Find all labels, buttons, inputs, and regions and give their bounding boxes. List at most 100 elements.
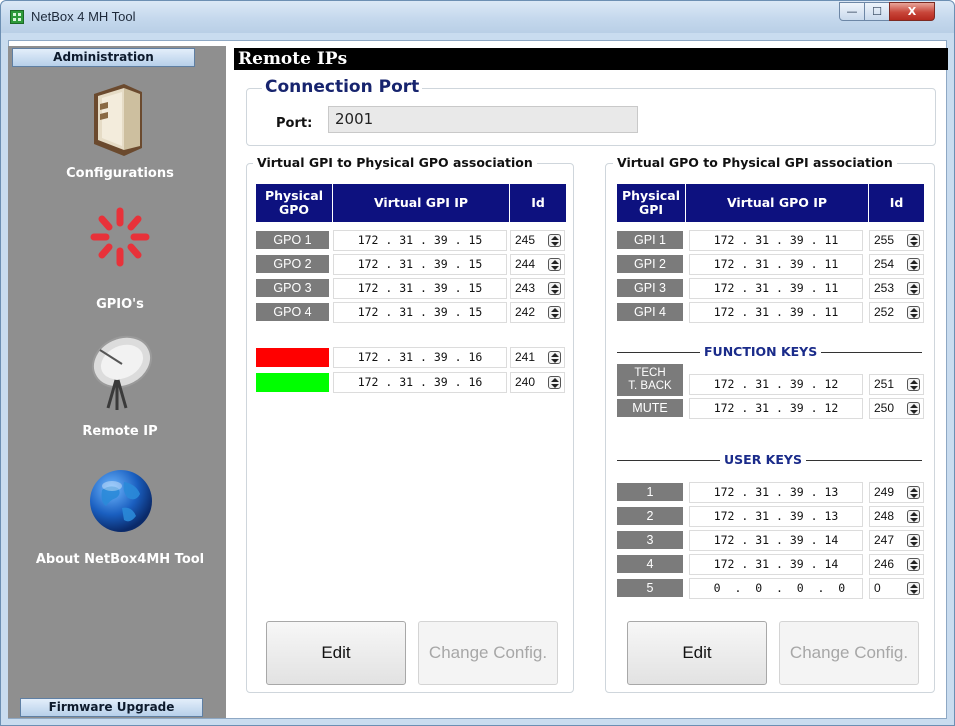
id-stepper[interactable]: 251 bbox=[869, 374, 924, 395]
id-stepper[interactable]: 250 bbox=[869, 398, 924, 419]
sidebar-item-label: Remote IP bbox=[82, 424, 158, 439]
spin-arrows-icon[interactable] bbox=[548, 234, 561, 247]
ip-field[interactable]: 172 . 31 . 39 . 16 bbox=[333, 347, 507, 368]
app-icon bbox=[10, 10, 24, 24]
id-value: 244 bbox=[515, 257, 536, 271]
spin-arrows-icon[interactable] bbox=[548, 351, 561, 364]
tag-line: T. BACK bbox=[628, 380, 672, 392]
green-color-swatch[interactable] bbox=[256, 373, 329, 392]
id-stepper[interactable]: 241 bbox=[510, 347, 565, 368]
id-stepper[interactable]: 244 bbox=[510, 254, 565, 275]
sidebar-item-label: Configurations bbox=[66, 166, 174, 181]
gpo-tag: GPO 1 bbox=[256, 231, 329, 249]
spin-arrows-icon[interactable] bbox=[548, 282, 561, 295]
tag-line: TECH bbox=[634, 367, 666, 379]
id-value: 0 bbox=[874, 581, 881, 595]
ip-field[interactable]: 172 . 31 . 39 . 12 bbox=[689, 374, 863, 395]
close-button[interactable]: X bbox=[889, 2, 935, 21]
id-stepper[interactable]: 243 bbox=[510, 278, 565, 299]
gpi-tag: GPI 3 bbox=[617, 279, 683, 297]
id-value: 240 bbox=[515, 375, 536, 389]
spin-arrows-icon[interactable] bbox=[548, 376, 561, 389]
sidebar-item-remote-ip[interactable]: Remote IP bbox=[20, 332, 220, 442]
ip-field[interactable]: 172 . 31 . 39 . 11 bbox=[689, 278, 863, 299]
sidebar-item-configurations[interactable]: Configurations bbox=[20, 78, 220, 186]
id-value: 253 bbox=[874, 281, 895, 295]
port-field[interactable]: 2001 bbox=[328, 106, 638, 133]
title-bar: NetBox 4 MH Tool — ☐ X bbox=[1, 1, 954, 33]
ip-field[interactable]: 172 . 31 . 39 . 15 bbox=[333, 230, 507, 251]
spin-arrows-icon[interactable] bbox=[907, 378, 920, 391]
left-edit-button[interactable]: Edit bbox=[266, 621, 406, 685]
spin-arrows-icon[interactable] bbox=[907, 258, 920, 271]
gpo-tag: GPO 2 bbox=[256, 255, 329, 273]
spin-arrows-icon[interactable] bbox=[907, 534, 920, 547]
id-stepper[interactable]: 246 bbox=[869, 554, 924, 575]
ip-field[interactable]: 172 . 31 . 39 . 14 bbox=[689, 554, 863, 575]
spin-arrows-icon[interactable] bbox=[907, 306, 920, 319]
spin-arrows-icon[interactable] bbox=[907, 234, 920, 247]
id-stepper[interactable]: 0 bbox=[869, 578, 924, 599]
spin-arrows-icon[interactable] bbox=[907, 486, 920, 499]
spin-arrows-icon[interactable] bbox=[548, 258, 561, 271]
id-value: 252 bbox=[874, 305, 895, 319]
sidebar-item-label: About NetBox4MH Tool bbox=[35, 552, 205, 567]
maximize-button[interactable]: ☐ bbox=[864, 2, 890, 21]
sidebar-item-about[interactable]: About NetBox4MH Tool bbox=[20, 468, 220, 573]
id-value: 243 bbox=[515, 281, 536, 295]
id-stepper[interactable]: 242 bbox=[510, 302, 565, 323]
tech-tback-tag: TECH T. BACK bbox=[617, 364, 683, 396]
id-stepper[interactable]: 248 bbox=[869, 506, 924, 527]
ip-field[interactable]: 172 . 31 . 39 . 16 bbox=[333, 372, 507, 393]
left-change-config-button[interactable]: Change Config. bbox=[418, 621, 558, 685]
ip-field[interactable]: 172 . 31 . 39 . 13 bbox=[689, 506, 863, 527]
red-color-swatch[interactable] bbox=[256, 348, 329, 367]
ip-field[interactable]: 172 . 31 . 39 . 15 bbox=[333, 254, 507, 275]
ip-field[interactable]: 172 . 31 . 39 . 14 bbox=[689, 530, 863, 551]
function-keys-label: FUNCTION KEYS bbox=[700, 344, 822, 359]
globe-icon bbox=[90, 470, 152, 532]
minimize-button[interactable]: — bbox=[839, 2, 865, 21]
spin-arrows-icon[interactable] bbox=[548, 306, 561, 319]
id-value: 245 bbox=[515, 233, 536, 247]
administration-button[interactable]: Administration bbox=[12, 48, 195, 67]
user-key-tag: 5 bbox=[617, 579, 683, 597]
page-title: Remote IPs bbox=[234, 48, 948, 70]
window-title: NetBox 4 MH Tool bbox=[31, 9, 136, 24]
user-key-tag: 2 bbox=[617, 507, 683, 525]
id-stepper[interactable]: 252 bbox=[869, 302, 924, 323]
ip-field[interactable]: 172 . 31 . 39 . 13 bbox=[689, 482, 863, 503]
spin-arrows-icon[interactable] bbox=[907, 402, 920, 415]
spin-arrows-icon[interactable] bbox=[907, 558, 920, 571]
id-stepper[interactable]: 245 bbox=[510, 230, 565, 251]
right-change-config-button[interactable]: Change Config. bbox=[779, 621, 919, 685]
id-stepper[interactable]: 253 bbox=[869, 278, 924, 299]
book-icon bbox=[94, 84, 142, 156]
sidebar-item-gpios[interactable]: GPIO's bbox=[20, 205, 220, 315]
ip-field[interactable]: 0 . 0 . 0 . 0 bbox=[689, 578, 863, 599]
id-value: 247 bbox=[874, 533, 895, 547]
id-value: 248 bbox=[874, 509, 895, 523]
spin-arrows-icon[interactable] bbox=[907, 582, 920, 595]
ip-field[interactable]: 172 . 31 . 39 . 15 bbox=[333, 278, 507, 299]
id-value: 246 bbox=[874, 557, 895, 571]
ip-field[interactable]: 172 . 31 . 39 . 12 bbox=[689, 398, 863, 419]
gpi-tag: GPI 4 bbox=[617, 303, 683, 321]
ip-field[interactable]: 172 . 31 . 39 . 15 bbox=[333, 302, 507, 323]
gpi-tag: GPI 1 bbox=[617, 231, 683, 249]
id-stepper[interactable]: 254 bbox=[869, 254, 924, 275]
firmware-upgrade-button[interactable]: Firmware Upgrade bbox=[20, 698, 203, 717]
left-group-title: Virtual GPI to Physical GPO association bbox=[253, 155, 537, 170]
user-key-tag: 4 bbox=[617, 555, 683, 573]
ip-field[interactable]: 172 . 31 . 39 . 11 bbox=[689, 230, 863, 251]
id-stepper[interactable]: 255 bbox=[869, 230, 924, 251]
id-value: 249 bbox=[874, 485, 895, 499]
ip-field[interactable]: 172 . 31 . 39 . 11 bbox=[689, 254, 863, 275]
spin-arrows-icon[interactable] bbox=[907, 510, 920, 523]
id-stepper[interactable]: 247 bbox=[869, 530, 924, 551]
id-stepper[interactable]: 240 bbox=[510, 372, 565, 393]
ip-field[interactable]: 172 . 31 . 39 . 11 bbox=[689, 302, 863, 323]
id-stepper[interactable]: 249 bbox=[869, 482, 924, 503]
right-edit-button[interactable]: Edit bbox=[627, 621, 767, 685]
spin-arrows-icon[interactable] bbox=[907, 282, 920, 295]
